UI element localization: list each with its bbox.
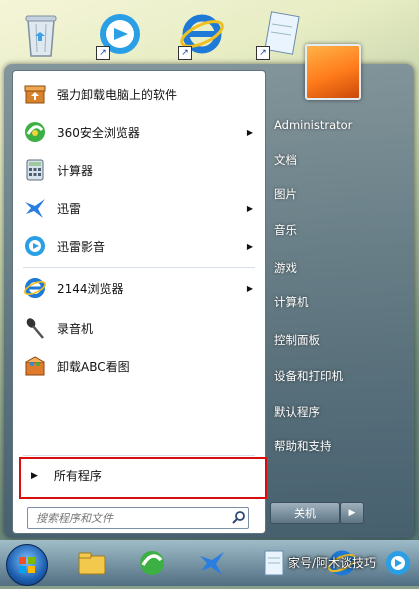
program-item-abc-viewer[interactable]: 卸载ABC看图 [17, 349, 261, 383]
expand-arrow-icon: ▶ [31, 470, 38, 481]
taskbar-thunder-icon[interactable] [190, 544, 234, 582]
right-item-control-panel[interactable]: 控制面板 [274, 332, 320, 348]
program-label: 2144浏览器 [57, 281, 124, 296]
windows-logo-icon [19, 557, 35, 573]
start-menu: 强力卸载电脑上的软件 360安全浏览器 ▶ 计算器 迅雷 ▶ 迅雷影音 ▶ 21… [4, 64, 414, 538]
program-item-uninstaller[interactable]: 强力卸载电脑上的软件 [17, 77, 261, 111]
notepad-desktop-icon[interactable]: ↗ [256, 8, 302, 60]
user-avatar[interactable] [305, 44, 361, 100]
ie-desktop-icon[interactable]: ↗ [178, 8, 224, 60]
watermark-text: 家号/阿木谈技巧 [288, 556, 377, 570]
shutdown-button[interactable]: 关机 [270, 502, 340, 524]
taskbar-explorer-icon[interactable] [70, 544, 114, 582]
abc-viewer-icon [21, 352, 49, 380]
program-label: 强力卸载电脑上的软件 [57, 87, 178, 102]
thunder-player-desktop-icon[interactable]: ↗ [96, 8, 142, 60]
program-item-recorder[interactable]: 录音机 [17, 311, 261, 345]
start-orb-button[interactable] [6, 544, 48, 586]
calculator-icon [21, 156, 49, 184]
program-item-360-browser[interactable]: 360安全浏览器 ▶ [17, 115, 261, 149]
all-programs-button[interactable]: ▶ 所有程序 [31, 467, 102, 484]
program-label: 迅雷 [57, 201, 82, 216]
all-programs-highlight: ▶ 所有程序 [19, 457, 267, 499]
right-item-default-programs[interactable]: 默认程序 [274, 404, 320, 420]
browser-2144-icon [21, 274, 49, 302]
submenu-arrow-icon[interactable]: ▶ [247, 128, 253, 137]
right-item-games[interactable]: 游戏 [274, 260, 297, 276]
right-item-computer[interactable]: 计算机 [274, 294, 309, 310]
taskbar-360-browser-icon[interactable] [130, 544, 174, 582]
microphone-icon [21, 314, 49, 342]
browser-360-icon [21, 118, 49, 146]
program-item-thunder[interactable]: 迅雷 ▶ [17, 191, 261, 225]
right-item-user[interactable]: Administrator [274, 118, 352, 132]
shutdown-options-arrow-icon[interactable]: ▶ [340, 502, 364, 524]
thunder-player-icon [21, 232, 49, 260]
separator [23, 267, 255, 268]
right-item-help-support[interactable]: 帮助和支持 [274, 438, 332, 454]
program-item-calculator[interactable]: 计算器 [17, 153, 261, 187]
programs-pane: 强力卸载电脑上的软件 360安全浏览器 ▶ 计算器 迅雷 ▶ 迅雷影音 ▶ 21… [12, 70, 267, 534]
shortcut-arrow-icon: ↗ [256, 46, 270, 60]
right-item-pictures[interactable]: 图片 [274, 186, 297, 202]
right-item-devices-printers[interactable]: 设备和打印机 [274, 368, 343, 384]
search-icon[interactable] [232, 509, 246, 528]
taskbar-thunder-player-icon[interactable] [376, 544, 419, 582]
search-box[interactable] [27, 507, 249, 529]
program-label: 录音机 [57, 321, 94, 336]
right-item-music[interactable]: 音乐 [274, 222, 297, 238]
recycle-bin-icon[interactable] [18, 8, 64, 60]
shortcut-arrow-icon: ↗ [96, 46, 110, 60]
separator [23, 455, 255, 456]
program-item-thunder-player[interactable]: 迅雷影音 ▶ [17, 229, 261, 263]
program-label: 计算器 [57, 163, 94, 178]
submenu-arrow-icon[interactable]: ▶ [247, 242, 253, 251]
submenu-arrow-icon[interactable]: ▶ [247, 204, 253, 213]
program-label: 360安全浏览器 [57, 125, 140, 140]
search-input[interactable] [34, 510, 228, 526]
program-label: 卸载ABC看图 [57, 359, 130, 374]
submenu-arrow-icon[interactable]: ▶ [247, 284, 253, 293]
program-label: 迅雷影音 [57, 239, 106, 254]
right-item-documents[interactable]: 文档 [274, 152, 297, 168]
program-item-2144-browser[interactable]: 2144浏览器 ▶ [17, 271, 261, 305]
thunder-icon [21, 194, 49, 222]
shortcut-arrow-icon: ↗ [178, 46, 192, 60]
uninstall-box-icon [21, 80, 49, 108]
all-programs-label: 所有程序 [53, 469, 102, 483]
